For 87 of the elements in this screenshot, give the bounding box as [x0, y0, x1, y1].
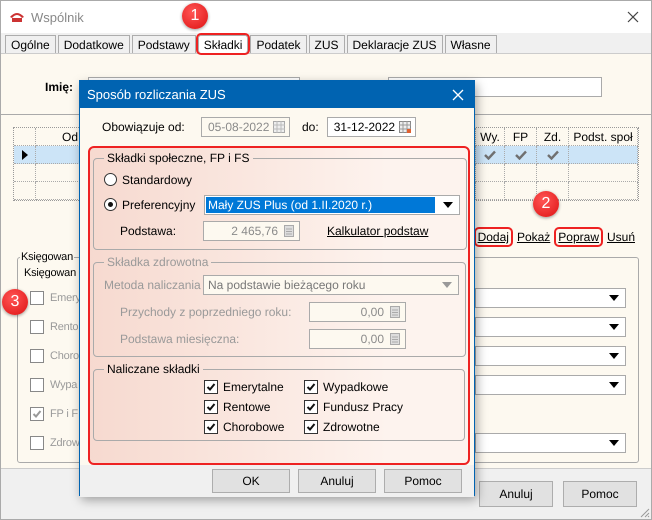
checkbox-label: Chorobowe — [223, 420, 284, 434]
tab[interactable]: Deklaracje ZUS — [346, 35, 443, 53]
checkbox-label: Rento — [50, 320, 78, 332]
table-cell — [569, 164, 638, 182]
dropdown[interactable] — [475, 346, 626, 366]
dialog-title: Sposób rozliczania ZUS — [87, 87, 226, 102]
dialog-button[interactable]: Anuluj — [479, 481, 553, 507]
link[interactable]: Dodaj — [476, 229, 511, 245]
link[interactable]: Kalkulator podstaw — [327, 224, 428, 238]
checkbox[interactable] — [304, 380, 318, 394]
tab[interactable]: Składki — [198, 35, 248, 53]
caret-icon — [609, 324, 619, 330]
field-label: Podstawa miesięczna: — [119, 332, 240, 346]
group-title: Składka zdrowotna — [106, 255, 210, 269]
checkbox-label: Zdrow — [50, 436, 80, 448]
dropdown[interactable] — [475, 316, 626, 336]
checkbox[interactable] — [204, 380, 218, 394]
dialog-button[interactable]: Anuluj — [298, 469, 376, 493]
link[interactable]: Pokaż — [514, 229, 552, 245]
group-title: Naliczane składki — [106, 362, 201, 376]
checkmark-icon — [484, 150, 496, 160]
caret-icon — [609, 382, 619, 388]
checkbox[interactable] — [30, 406, 44, 420]
tab[interactable]: ZUS — [308, 35, 345, 53]
radio-button[interactable] — [104, 198, 117, 211]
tab[interactable]: Dodatkowe — [58, 35, 130, 53]
checkbox[interactable] — [30, 290, 44, 304]
calendar-icon — [273, 121, 285, 133]
tab[interactable]: Podstawy — [132, 35, 196, 53]
row-indicator[interactable] — [14, 146, 36, 164]
dropdown[interactable] — [475, 432, 626, 452]
tab[interactable]: Podatek — [250, 35, 307, 53]
calculator-icon — [390, 306, 400, 318]
dialog-button[interactable]: Pomoc — [384, 469, 462, 493]
checkmark-icon — [514, 150, 526, 160]
dialog-button[interactable]: OK — [212, 469, 290, 493]
checkbox[interactable] — [204, 420, 218, 434]
app-logo-icon — [9, 11, 25, 23]
dialog-button[interactable]: Pomoc — [563, 481, 637, 507]
checkbox-label: Emery — [50, 292, 81, 304]
checkbox[interactable] — [30, 436, 44, 450]
caret-icon — [442, 282, 452, 288]
caret-icon — [609, 440, 619, 446]
field-label: Imię: — [45, 80, 74, 94]
checkbox-label: Rentowe — [223, 400, 270, 414]
section-label: Księgowan — [24, 267, 78, 279]
row-pointer-icon — [22, 150, 28, 160]
radio-button[interactable] — [104, 173, 117, 186]
calculator-icon — [284, 225, 294, 237]
checkbox[interactable] — [30, 378, 44, 392]
table-cell — [569, 182, 638, 200]
group-title: Księgowan — [20, 251, 74, 263]
calculator-icon — [390, 332, 400, 344]
checkbox[interactable] — [30, 320, 44, 334]
dropdown[interactable] — [475, 374, 626, 394]
checkbox[interactable] — [304, 420, 318, 434]
field-label: Podstawa: — [120, 224, 178, 238]
caret-icon — [609, 352, 619, 358]
checkmark-icon — [546, 150, 558, 160]
checkbox-label: Zdrowotne — [323, 420, 380, 434]
field-label: Przychody z poprzedniego roku: — [119, 304, 292, 318]
resize-grip-icon[interactable] — [638, 506, 650, 518]
checkbox-label: Fundusz Pracy — [323, 400, 404, 414]
checkbox[interactable] — [30, 348, 44, 362]
field-label: Metoda naliczania — [104, 278, 202, 292]
checkbox[interactable] — [304, 400, 318, 414]
calendar-icon — [398, 121, 411, 133]
checkbox-label: FP i F — [50, 408, 78, 420]
close-icon[interactable] — [627, 11, 639, 23]
checkbox-label: Emerytalne — [223, 380, 284, 394]
dropdown[interactable]: Mały ZUS Plus (od 1.II.2020 r.) — [204, 194, 460, 214]
caret-icon — [609, 294, 619, 300]
link[interactable]: Usuń — [604, 229, 637, 245]
checkbox[interactable] — [204, 400, 218, 414]
window-title: Wspólnik — [31, 10, 84, 24]
tab[interactable]: Ogólne — [5, 35, 56, 53]
date-field[interactable]: 31-12-2022 — [326, 117, 416, 137]
checkbox-label: Wypa — [50, 378, 78, 390]
tab[interactable]: Własne — [444, 35, 497, 53]
link[interactable]: Popraw — [556, 229, 601, 245]
checkbox-label: Choro — [50, 350, 79, 362]
group-title: Składki społeczne, FP i FS — [106, 151, 251, 165]
radio-label: Standardowy — [122, 172, 194, 186]
caret-icon — [443, 202, 453, 208]
checkbox-label: Wypadkowe — [323, 380, 388, 394]
dropdown[interactable] — [475, 288, 626, 308]
radio-label: Preferencyjny — [122, 198, 196, 212]
